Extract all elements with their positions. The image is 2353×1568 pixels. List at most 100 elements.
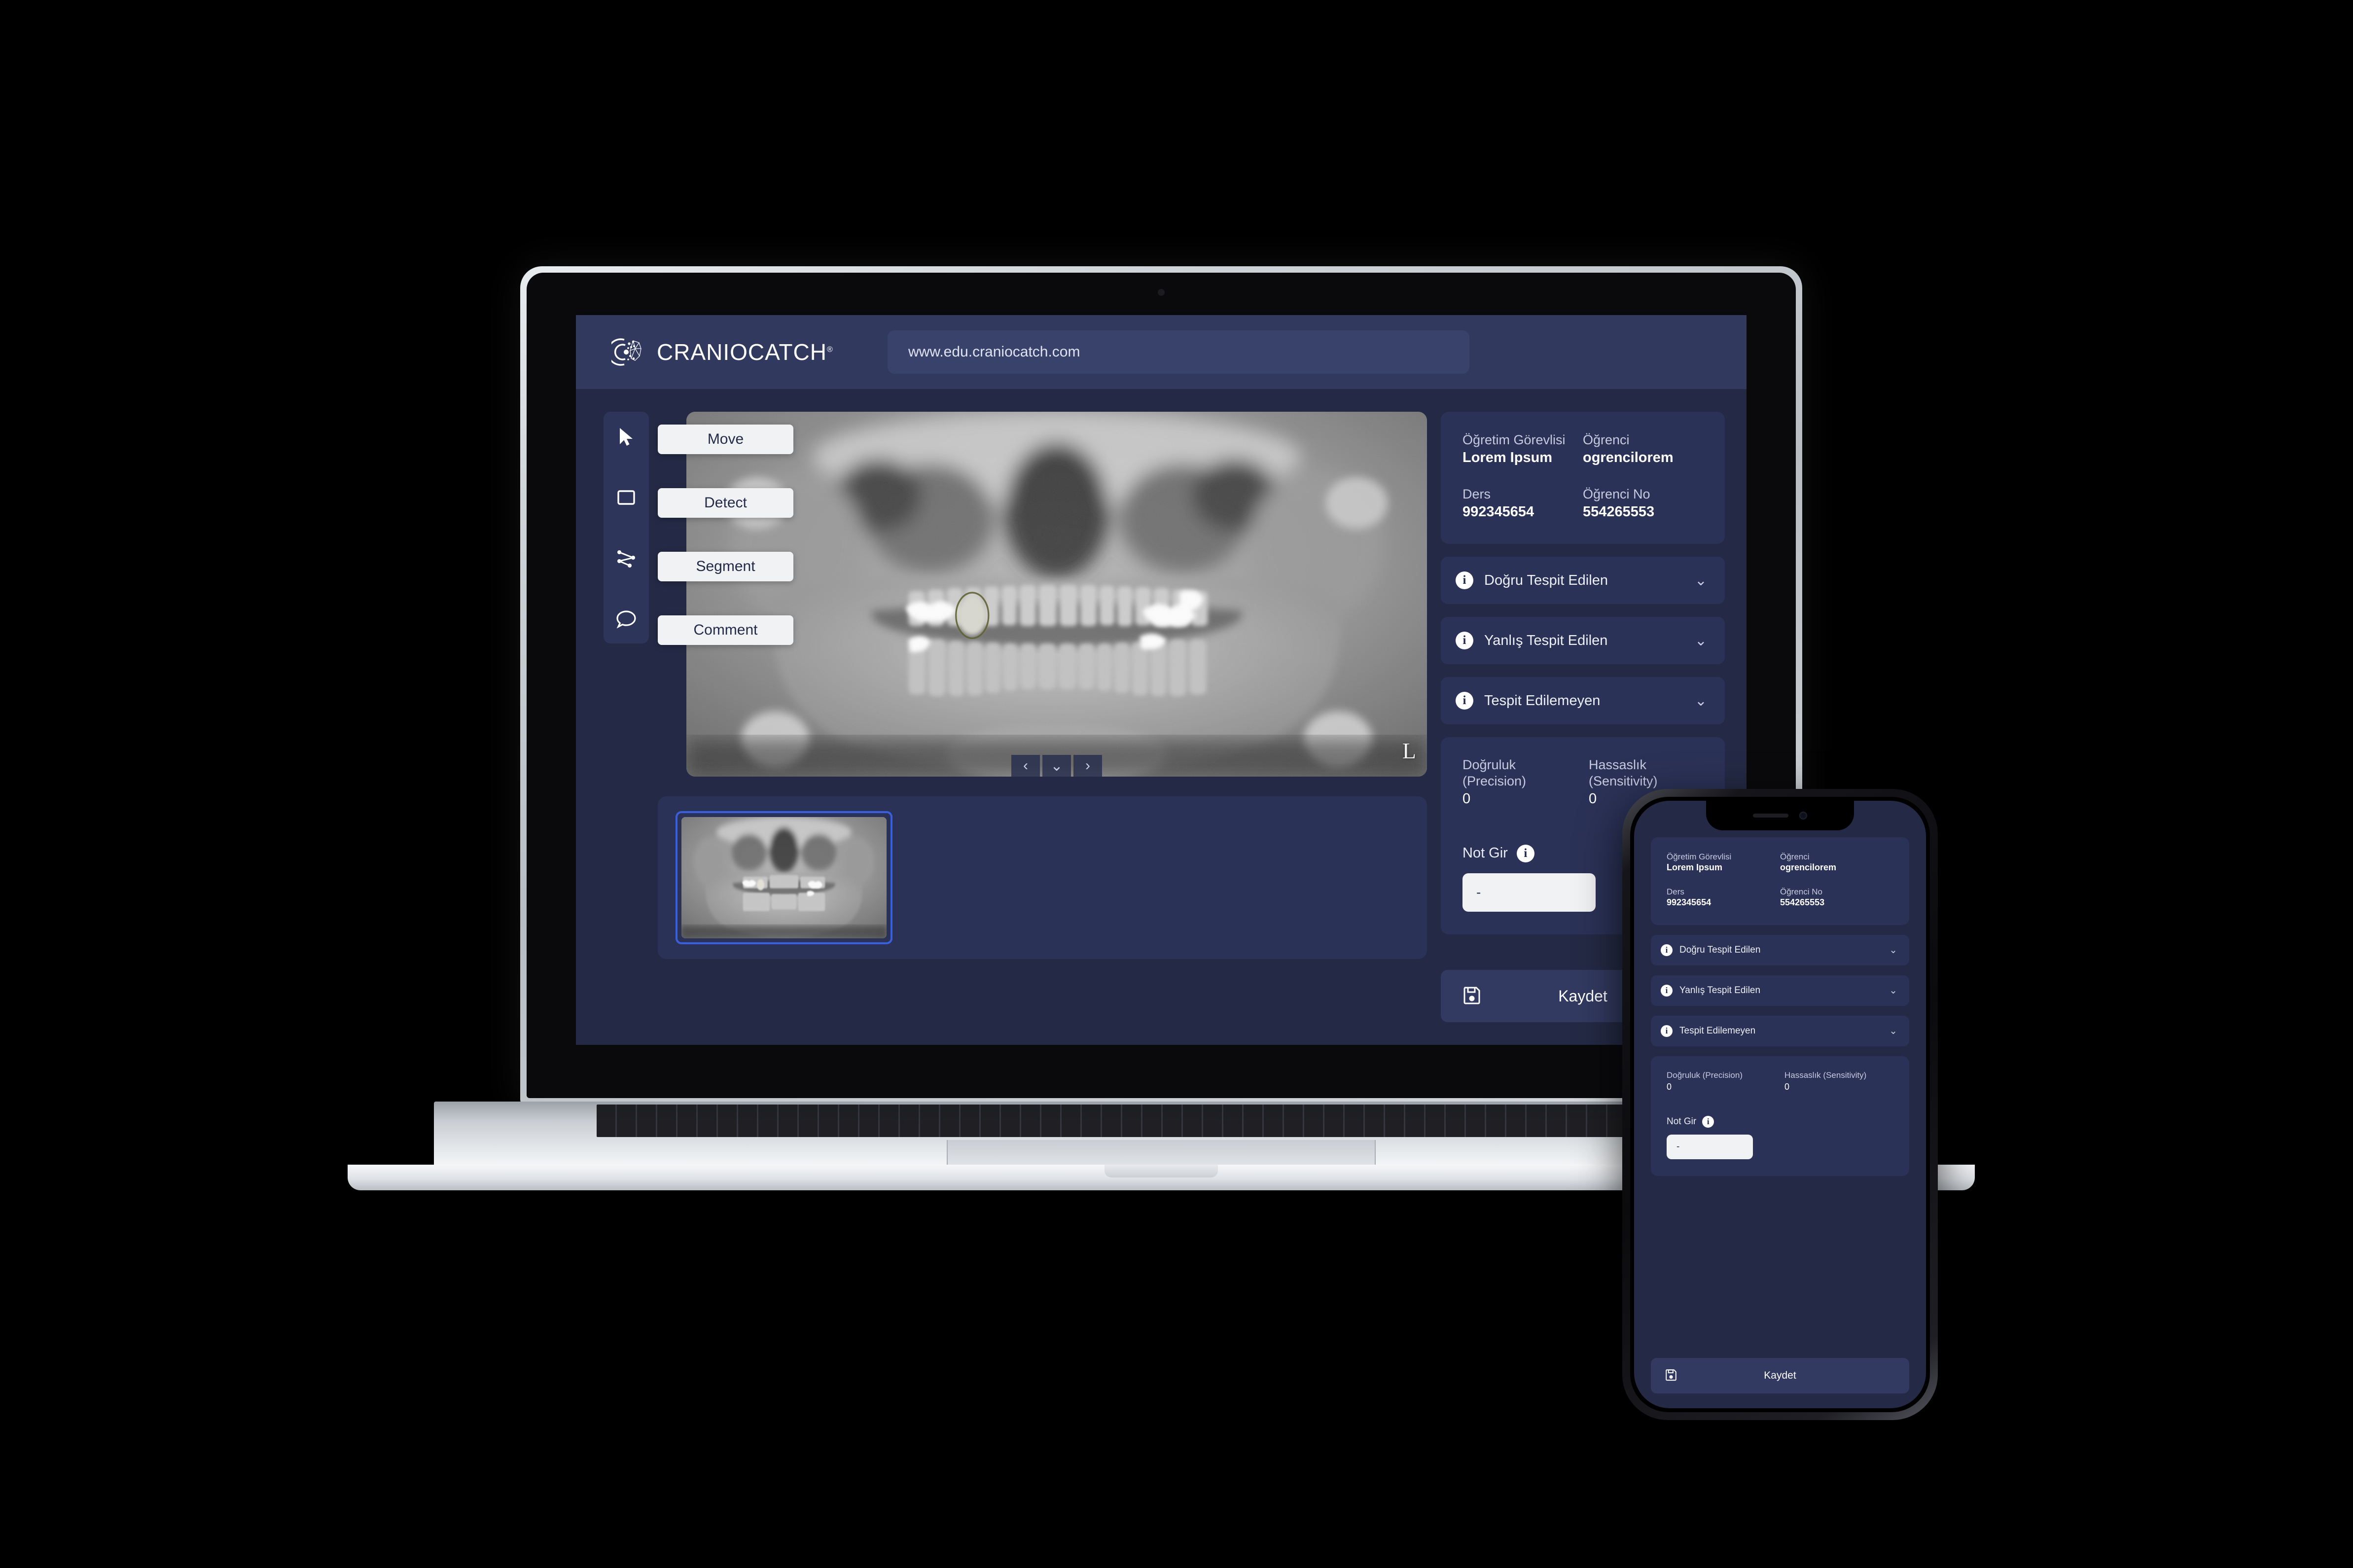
mode-label-stack: Move Detect Segment Comment bbox=[658, 425, 806, 645]
accordion-undetected[interactable]: i Tespit Edilemeyen ⌄ bbox=[1441, 677, 1725, 725]
orientation-marker: L bbox=[1402, 738, 1416, 763]
laptop-trackpad bbox=[947, 1140, 1376, 1165]
phone-course-value: 992345654 bbox=[1667, 897, 1711, 908]
phone-accordion-correct-detections[interactable]: i Doğru Tespit Edilen ⌄ bbox=[1651, 934, 1909, 965]
image-dropdown-button[interactable]: ⌄ bbox=[1042, 755, 1071, 777]
url-text: www.edu.craniocatch.com bbox=[908, 344, 1080, 360]
chevron-down-icon: ⌄ bbox=[1889, 1026, 1897, 1037]
precision-label: Doğruluk (Precision) bbox=[1462, 757, 1527, 788]
phone-student-field: Öğrenci ogrencilorem bbox=[1780, 852, 1893, 873]
next-image-button[interactable]: › bbox=[1073, 755, 1102, 777]
accordion-label: Yanlış Tespit Edilen bbox=[1484, 632, 1608, 648]
image-navigation: ‹ ⌄ › bbox=[1011, 755, 1102, 777]
rectangle-icon bbox=[615, 486, 638, 511]
detect-tool[interactable] bbox=[612, 486, 640, 511]
info-icon: i bbox=[1456, 571, 1473, 590]
prev-image-button[interactable]: ‹ bbox=[1011, 755, 1040, 777]
phone-note-input[interactable]: - bbox=[1667, 1135, 1753, 1160]
phone-student-info-card: Öğretim Görevlisi Lorem Ipsum Öğrenci og… bbox=[1651, 837, 1909, 925]
craniocatch-app: CRANIOCATCH® www.edu.craniocatch.com L ‹… bbox=[576, 315, 1747, 1045]
phone-mockup: Öğretim Görevlisi Lorem Ipsum Öğrenci og… bbox=[1622, 789, 1938, 1420]
phone-save-button[interactable]: Kaydet bbox=[1651, 1358, 1909, 1393]
accordion-correct-detections[interactable]: i Doğru Tespit Edilen ⌄ bbox=[1441, 557, 1725, 605]
info-icon: i bbox=[1516, 844, 1534, 862]
phone-accordion-undetected[interactable]: i Tespit Edilemeyen ⌄ bbox=[1651, 1015, 1909, 1046]
phone-metric-grid: Doğruluk (Precision) 0 Hassaslık (Sensit… bbox=[1667, 1070, 1893, 1092]
phone-bezel: Öğretim Görevlisi Lorem Ipsum Öğrenci og… bbox=[1630, 797, 1930, 1412]
brand-name: CRANIOCATCH® bbox=[657, 339, 833, 365]
phone-course-label: Ders bbox=[1667, 887, 1684, 896]
laptop-screen: CRANIOCATCH® www.edu.craniocatch.com L ‹… bbox=[576, 315, 1747, 1045]
accordion-label: Tespit Edilemeyen bbox=[1484, 692, 1601, 709]
phone-accordion-label: Yanlış Tespit Edilen bbox=[1679, 985, 1761, 996]
instructor-value: Lorem Ipsum bbox=[1462, 449, 1553, 465]
note-label: Not Gir bbox=[1462, 845, 1508, 861]
chevron-down-icon: ⌄ bbox=[1694, 632, 1707, 649]
info-icon: i bbox=[1456, 632, 1473, 650]
chevron-down-icon: ⌄ bbox=[1694, 692, 1707, 709]
brand-logo: CRANIOCATCH® bbox=[607, 334, 858, 370]
info-icon: i bbox=[1661, 944, 1673, 956]
note-input[interactable]: - bbox=[1462, 873, 1596, 912]
accordion-label: Doğru Tespit Edilen bbox=[1484, 572, 1608, 588]
cursor-arrow-icon bbox=[615, 426, 638, 451]
info-icon: i bbox=[1456, 692, 1473, 710]
segment-tool[interactable] bbox=[612, 547, 640, 572]
mode-comment-button[interactable]: Comment bbox=[658, 615, 793, 645]
laptop-bezel: CRANIOCATCH® www.edu.craniocatch.com L ‹… bbox=[527, 273, 1796, 1098]
student-label: Öğrenci bbox=[1583, 432, 1630, 447]
polyline-nodes-icon bbox=[615, 547, 638, 572]
tool-rail bbox=[604, 412, 649, 643]
phone-instructor-field: Öğretim Görevlisi Lorem Ipsum bbox=[1667, 852, 1780, 873]
phone-precision-metric: Doğruluk (Precision) 0 bbox=[1667, 1070, 1776, 1092]
phone-sensitivity-label: Hassaslık (Sensitivity) bbox=[1784, 1070, 1867, 1080]
app-body: L ‹ ⌄ › Move Detect Segment Comment Öğre… bbox=[576, 389, 1747, 1045]
precision-value: 0 bbox=[1462, 790, 1471, 807]
course-label: Ders bbox=[1462, 487, 1491, 502]
url-input[interactable]: www.edu.craniocatch.com bbox=[888, 330, 1469, 374]
phone-note-label: Not Gir bbox=[1667, 1116, 1697, 1127]
course-field: Ders 992345654 bbox=[1462, 487, 1583, 520]
student-no-value: 554265553 bbox=[1583, 503, 1655, 520]
phone-student-no-value: 554265553 bbox=[1780, 897, 1825, 908]
phone-course-field: Ders 992345654 bbox=[1667, 887, 1780, 908]
chevron-down-icon: ⌄ bbox=[1889, 945, 1897, 956]
speech-bubble-icon bbox=[615, 607, 638, 633]
phone-student-no-label: Öğrenci No bbox=[1780, 887, 1822, 896]
phone-sensitivity-value: 0 bbox=[1784, 1082, 1790, 1092]
accordion-wrong-detections[interactable]: i Yanlış Tespit Edilen ⌄ bbox=[1441, 617, 1725, 665]
phone-accordion-label: Tespit Edilemeyen bbox=[1679, 1025, 1756, 1036]
phone-notch bbox=[1706, 801, 1854, 830]
phone-note-label-row: Not Gir i bbox=[1667, 1116, 1893, 1128]
phone-metrics-card: Doğruluk (Precision) 0 Hassaslık (Sensit… bbox=[1651, 1056, 1909, 1176]
phone-instructor-label: Öğretim Görevlisi bbox=[1667, 852, 1732, 861]
course-value: 992345654 bbox=[1462, 503, 1534, 520]
mode-detect-button[interactable]: Detect bbox=[658, 488, 793, 518]
earpiece-speaker-icon bbox=[1753, 814, 1788, 818]
phone-save-button-label: Kaydet bbox=[1764, 1370, 1796, 1381]
phone-instructor-value: Lorem Ipsum bbox=[1667, 862, 1723, 873]
craniocatch-logo-icon bbox=[607, 334, 648, 370]
move-tool[interactable] bbox=[612, 426, 640, 451]
phone-student-value: ogrencilorem bbox=[1780, 862, 1837, 873]
precision-metric: Doğruluk (Precision) 0 bbox=[1462, 757, 1577, 807]
comment-tool[interactable] bbox=[612, 607, 640, 633]
mode-segment-button[interactable]: Segment bbox=[658, 552, 793, 581]
phone-accordion-wrong-detections[interactable]: i Yanlış Tespit Edilen ⌄ bbox=[1651, 975, 1909, 1006]
xray-viewer: L ‹ ⌄ › Move Detect Segment Comment bbox=[658, 412, 1427, 777]
student-field: Öğrenci ogrencilorem bbox=[1583, 432, 1703, 466]
chevron-down-icon: ⌄ bbox=[1889, 985, 1897, 997]
student-no-field: Öğrenci No 554265553 bbox=[1583, 487, 1703, 520]
app-header: CRANIOCATCH® www.edu.craniocatch.com bbox=[576, 315, 1747, 389]
composition-stage: CRANIOCATCH® www.edu.craniocatch.com L ‹… bbox=[0, 0, 2353, 1568]
phone-student-no-field: Öğrenci No 554265553 bbox=[1780, 887, 1893, 908]
phone-note-input-value: - bbox=[1676, 1141, 1680, 1152]
chevron-down-icon: ⌄ bbox=[1694, 572, 1707, 589]
thumbnail-item[interactable] bbox=[676, 811, 892, 944]
mode-move-button[interactable]: Move bbox=[658, 425, 793, 454]
instructor-label: Öğretim Görevlisi bbox=[1462, 432, 1566, 447]
student-no-label: Öğrenci No bbox=[1583, 487, 1650, 502]
phone-precision-value: 0 bbox=[1667, 1082, 1672, 1092]
thumbnail-strip bbox=[658, 796, 1427, 959]
phone-student-label: Öğrenci bbox=[1780, 852, 1810, 861]
